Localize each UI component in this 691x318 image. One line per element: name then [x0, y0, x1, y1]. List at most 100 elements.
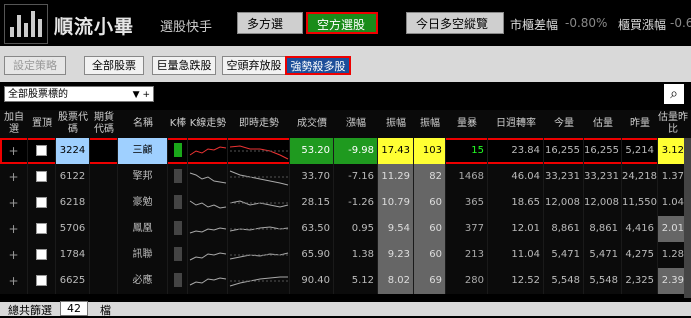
- bear-release-button[interactable]: 空頭弃放股: [222, 56, 286, 75]
- futures-code: [90, 164, 118, 190]
- brand-subtitle: 選股快手: [160, 20, 213, 35]
- search-icon[interactable]: ⌕: [664, 84, 684, 104]
- change-cell: 1.38: [334, 242, 378, 268]
- pin-checkbox[interactable]: [28, 216, 56, 242]
- add-watchlist-button[interactable]: +: [0, 190, 28, 216]
- column-header[interactable]: 期貨代碼: [90, 110, 118, 138]
- volume-plunge-button[interactable]: 巨量急跌股: [152, 56, 216, 75]
- checkbox[interactable]: [36, 196, 47, 208]
- amplitude-cell: 9.54: [378, 216, 414, 242]
- stock-name[interactable]: 鳳凰: [118, 216, 168, 242]
- stock-table: 加自選 置頂 股票代碼 期貨代碼 名稱 K棒 K線走勢 即時走勢 成交價 漲幅 振幅 振幅 量暴 日週轉率…: [0, 110, 691, 296]
- stock-name[interactable]: 擎邦: [118, 164, 168, 190]
- pin-checkbox[interactable]: [28, 190, 56, 216]
- intraday-chart: [229, 252, 289, 260]
- column-header[interactable]: 量暴: [446, 110, 488, 138]
- checkbox[interactable]: [36, 248, 47, 260]
- column-header[interactable]: 日週轉率: [488, 110, 544, 138]
- logo-icon: [4, 4, 48, 44]
- column-header[interactable]: 今量: [544, 110, 584, 138]
- stock-name[interactable]: 必應: [118, 268, 168, 294]
- add-watchlist-button[interactable]: +: [0, 164, 28, 190]
- plus-icon[interactable]: +: [8, 144, 18, 158]
- strategy-button[interactable]: 設定策略: [4, 56, 66, 75]
- all-stocks-button[interactable]: 全部股票: [84, 56, 144, 75]
- stock-code: 3224: [56, 138, 90, 164]
- plus-icon[interactable]: +: [8, 274, 18, 288]
- footer-bar: 總共篩選 42 檔: [0, 301, 691, 317]
- burst-cell: 1468: [446, 164, 488, 190]
- table-row[interactable]: +6218 豪勉 28.15 -1.26 10.79 60 365 18.65 12,008 12…: [0, 190, 691, 216]
- add-watchlist-button[interactable]: +: [0, 242, 28, 268]
- filter-count: 42: [60, 301, 88, 316]
- stock-name[interactable]: 豪勉: [118, 190, 168, 216]
- vertical-scrollbar[interactable]: [684, 138, 691, 298]
- intraday-sparkline: [228, 190, 290, 216]
- filter-toolbar: 設定策略 全部股票 巨量急跌股 空頭弃放股 強勢殺多股: [0, 46, 691, 82]
- table-row[interactable]: +3224 三顧 53.20 -9.98 17.43 103 15 23.84 16,255 16…: [0, 138, 691, 164]
- stock-name[interactable]: 三顧: [118, 138, 168, 164]
- checkbox[interactable]: [36, 170, 47, 182]
- column-header[interactable]: 振幅: [414, 110, 446, 138]
- today-overview-button[interactable]: 今日多空縱覽: [406, 12, 504, 34]
- select-value: 全部股票標的: [8, 89, 68, 100]
- column-header[interactable]: K線走勢: [188, 110, 228, 138]
- change-cell: 5.12: [334, 268, 378, 294]
- add-watchlist-button[interactable]: +: [0, 268, 28, 294]
- plus-icon[interactable]: +: [8, 222, 18, 236]
- plus-icon[interactable]: +: [8, 196, 18, 210]
- brand-title: 順流小畢: [54, 16, 135, 38]
- kline-sparkline: [188, 242, 228, 268]
- kline-sparkline: [188, 190, 228, 216]
- turnover-cell: 12.52: [488, 268, 544, 294]
- plus-icon[interactable]: +: [8, 248, 18, 262]
- column-header[interactable]: 振幅: [378, 110, 414, 138]
- kline-chart: [189, 172, 227, 184]
- amplitude2-cell: 69: [414, 268, 446, 294]
- stock-universe-select[interactable]: 全部股票標的 ▼ +: [4, 86, 154, 102]
- est-volume-cell: 8,861: [584, 216, 622, 242]
- checkbox[interactable]: [36, 144, 47, 156]
- volume-cell: 5,471: [544, 242, 584, 268]
- column-header[interactable]: 即時走勢: [228, 110, 290, 138]
- table-row[interactable]: +6122 擎邦 33.70 -7.16 11.29 82 1468 46.04 33,231 3…: [0, 164, 691, 190]
- column-header[interactable]: K棒: [168, 110, 188, 138]
- pin-checkbox[interactable]: [28, 138, 56, 164]
- column-header[interactable]: 漲幅: [334, 110, 378, 138]
- column-header[interactable]: 估量昨比: [658, 110, 688, 138]
- pin-checkbox[interactable]: [28, 242, 56, 268]
- column-header[interactable]: 昨量: [622, 110, 658, 138]
- tab-short-picks[interactable]: 空方選股: [306, 12, 378, 34]
- add-watchlist-button[interactable]: +: [0, 138, 28, 164]
- prev-volume-cell: 4,416: [622, 216, 658, 242]
- column-header[interactable]: 加自選: [0, 110, 28, 138]
- column-header[interactable]: 成交價: [290, 110, 334, 138]
- futures-code: [90, 138, 118, 164]
- amplitude-cell: 10.79: [378, 190, 414, 216]
- checkbox[interactable]: [36, 222, 47, 234]
- column-header[interactable]: 名稱: [118, 110, 168, 138]
- select-controls[interactable]: ▼ +: [133, 87, 150, 103]
- pin-checkbox[interactable]: [28, 164, 56, 190]
- table-header: 加自選 置頂 股票代碼 期貨代碼 名稱 K棒 K線走勢 即時走勢 成交價 漲幅 振幅 振幅 量暴 日週轉率…: [0, 110, 691, 139]
- amplitude-cell: 9.23: [378, 242, 414, 268]
- tab-long-picks[interactable]: 多方選股: [237, 12, 303, 53]
- change-cell: -9.98: [334, 138, 378, 164]
- column-header[interactable]: 股票代碼: [56, 110, 90, 138]
- candle-icon: [168, 164, 188, 190]
- column-header[interactable]: 置頂: [28, 110, 56, 138]
- table-row[interactable]: +1784 訊聯 65.90 1.38 9.23 60 213 11.04 5,471 5,471…: [0, 242, 691, 268]
- pin-checkbox[interactable]: [28, 268, 56, 294]
- prev-volume-cell: 11,550: [622, 190, 658, 216]
- checkbox[interactable]: [36, 274, 47, 286]
- candle-icon: [168, 216, 188, 242]
- table-row[interactable]: +6625 必應 90.40 5.12 8.02 69 280 12.52 5,548 5,548…: [0, 268, 691, 294]
- table-row[interactable]: +5706 鳳凰 63.50 0.95 9.54 60 377 12.01 8,861 8,861…: [0, 216, 691, 242]
- add-watchlist-button[interactable]: +: [0, 216, 28, 242]
- stock-code: 6218: [56, 190, 90, 216]
- stock-name[interactable]: 訊聯: [118, 242, 168, 268]
- candle-icon: [168, 268, 188, 294]
- strong-kill-button[interactable]: 強勢殺多股: [285, 56, 351, 75]
- plus-icon[interactable]: +: [8, 170, 18, 184]
- column-header[interactable]: 估量: [584, 110, 622, 138]
